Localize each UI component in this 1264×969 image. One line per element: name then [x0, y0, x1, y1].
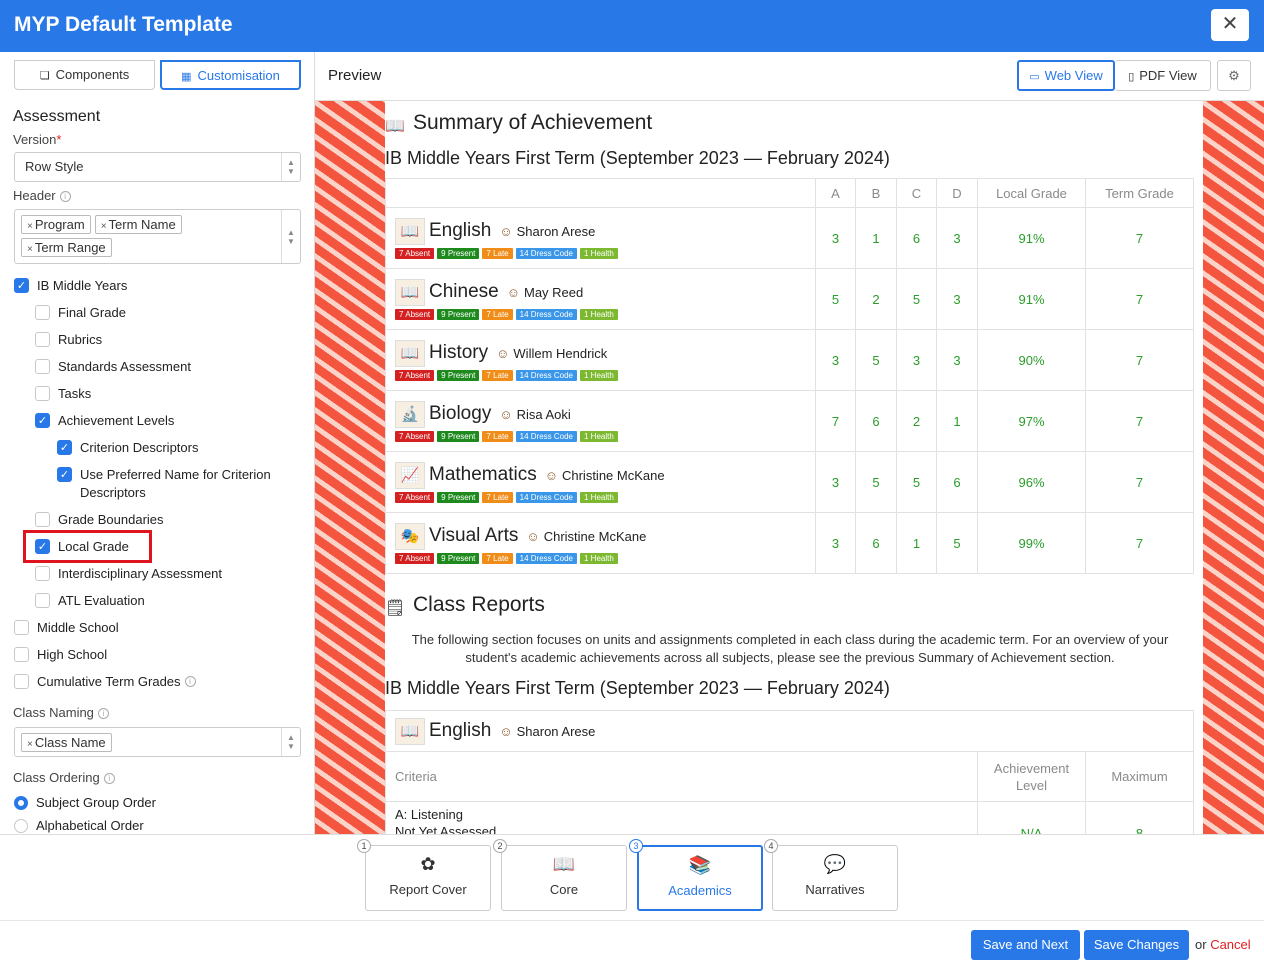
grid-icon: ▦ — [181, 71, 192, 83]
chip-class-name[interactable]: × Class Name — [21, 733, 112, 752]
checkbox-cumulative-term-grades[interactable]: Cumulative Term Grades i — [14, 673, 196, 691]
class-reports-description: The following section focuses on units a… — [411, 632, 1169, 665]
table-row: 📖ChineseMay Reed 7 Absent9 Present7 Late… — [385, 268, 1194, 330]
header-multiselect[interactable]: × Program × Term Name × Term Range ▲ ▼ — [14, 209, 301, 264]
web-view-button[interactable]: ▭ Web View — [1017, 60, 1115, 91]
spinner-icon: ▲ ▼ — [281, 728, 300, 756]
version-label: Version* — [13, 132, 62, 147]
criteria-table: 📖EnglishSharon Arese Criteria Achievemen… — [385, 710, 1194, 834]
book-icon: 📖 — [395, 278, 425, 306]
info-icon: i — [97, 708, 109, 719]
checkbox-preferred-name[interactable]: ✓ Use Preferred Name for Criterion Descri… — [57, 466, 297, 502]
checkbox-grade-boundaries[interactable]: Grade Boundaries — [35, 511, 164, 529]
chip-term-name[interactable]: × Term Name — [94, 215, 182, 234]
version-select[interactable]: Row Style ▲ ▼ — [14, 152, 301, 182]
chip-term-range[interactable]: × Term Range — [21, 238, 112, 257]
step-narratives[interactable]: 4 💬 Narratives — [764, 839, 898, 911]
book-icon: 📖 — [385, 118, 405, 135]
theater-icon: 🎭 — [395, 522, 425, 550]
settings-button[interactable]: ⚙ — [1217, 60, 1251, 91]
cancel-link[interactable]: Cancel — [1210, 937, 1250, 952]
table-row: 📖EnglishSharon Arese 7 Absent9 Present7 … — [385, 207, 1194, 269]
layers-icon: ❏ — [39, 70, 50, 82]
close-button[interactable]: ✕ — [1211, 9, 1249, 41]
checkbox-final-grade[interactable]: Final Grade — [35, 304, 126, 322]
step-academics[interactable]: 3 📚 Academics — [629, 839, 763, 911]
book-icon: 📖 — [395, 717, 425, 745]
checkbox-atl-evaluation[interactable]: ATL Evaluation — [35, 592, 145, 610]
window-title: MYP Default Template — [14, 13, 233, 36]
report-page: 📖 Summary of Achievement IB Middle Years … — [385, 101, 1203, 834]
table-row: 🎭Visual ArtsChristine McKane 7 Absent9 P… — [385, 512, 1194, 574]
checkbox-ib-middle-years[interactable]: ✓ IB Middle Years — [14, 277, 127, 295]
flower-icon: ✿ — [420, 854, 436, 874]
book-icon: 📖 — [395, 217, 425, 245]
checkbox-standards-assessment[interactable]: Standards Assessment — [35, 358, 191, 376]
checkbox-tasks[interactable]: Tasks — [35, 385, 91, 403]
graph-icon: 📈 — [395, 461, 425, 489]
table-row: 🔬BiologyRisa Aoki 7 Absent9 Present7 Lat… — [385, 390, 1194, 452]
tab-components[interactable]: ❏ Components — [14, 60, 155, 90]
checkbox-interdisciplinary[interactable]: Interdisciplinary Assessment — [35, 565, 222, 583]
or-cancel: or Cancel — [1195, 937, 1251, 952]
tab-customisation[interactable]: ▦ Customisation — [160, 60, 301, 90]
bottom-bar: 1 ✿ Report Cover 2 📖 Core 3 📚 Academics 4 💬 Narr… — [0, 834, 1264, 968]
notepad-icon: 🗒 — [385, 600, 406, 617]
table-row: 📈MathematicsChristine McKane 7 Absent9 P… — [385, 451, 1194, 513]
checkbox-high-school[interactable]: High School — [14, 646, 107, 664]
table-row: A: Listening Not Yet Assessed N/A 8 — [385, 801, 1194, 834]
gear-icon: ⚙ — [1228, 68, 1240, 83]
save-and-next-button[interactable]: Save and Next — [971, 930, 1080, 960]
term-title: IB Middle Years First Term (September 20… — [385, 148, 890, 168]
document-icon: ▯ — [1128, 71, 1135, 83]
checkbox-rubrics[interactable]: Rubrics — [35, 331, 102, 349]
info-icon: i — [103, 773, 115, 784]
book-icon: 📖 — [395, 339, 425, 367]
info-icon: i — [59, 191, 71, 202]
checkbox-middle-school[interactable]: Middle School — [14, 619, 119, 637]
preview-canvas[interactable]: 📖 Summary of Achievement IB Middle Years … — [315, 101, 1264, 834]
info-icon: i — [184, 676, 196, 687]
class-reports-title: 🗒 Class Reports — [385, 593, 545, 617]
step-core[interactable]: 2 📖 Core — [493, 839, 627, 911]
settings-panel: ❏ Components ▦ Customisation Assessment Ve… — [0, 52, 315, 834]
microscope-icon: 🔬 — [395, 400, 425, 428]
books-icon: 📚 — [688, 855, 712, 875]
term-title-2: IB Middle Years First Term (September 20… — [385, 678, 890, 698]
table-row: 📖HistoryWillem Hendrick 7 Absent9 Presen… — [385, 329, 1194, 391]
title-bar: MYP Default Template ✕ — [0, 0, 1264, 52]
highlight-box — [23, 530, 152, 563]
spinner-icon: ▲ ▼ — [281, 210, 300, 263]
summary-title: 📖 Summary of Achievement — [385, 111, 653, 135]
preview-title: Preview — [328, 67, 382, 84]
decorative-pattern-left — [315, 101, 385, 834]
header-label: Header i — [13, 188, 71, 203]
pdf-view-button[interactable]: ▯ PDF View — [1115, 60, 1211, 91]
checkbox-achievement-levels[interactable]: ✓ Achievement Levels — [35, 412, 174, 430]
step-report-cover[interactable]: 1 ✿ Report Cover — [357, 839, 491, 911]
save-changes-button[interactable]: Save Changes — [1084, 930, 1189, 960]
spinner-icon: ▲ ▼ — [281, 153, 300, 181]
book-icon: 📖 — [552, 854, 576, 874]
preview-header: Preview ▭ Web View ▯ PDF View ⚙ — [315, 52, 1264, 101]
class-naming-select[interactable]: × Class Name ▲ ▼ — [14, 727, 301, 757]
monitor-icon: ▭ — [1029, 71, 1040, 83]
speech-icon: 💬 — [823, 854, 847, 874]
decorative-pattern-right — [1203, 101, 1264, 834]
class-ordering-label: Class Ordering i — [13, 770, 115, 785]
checkbox-criterion-descriptors[interactable]: ✓ Criterion Descriptors — [57, 439, 198, 457]
chip-program[interactable]: × Program — [21, 215, 91, 234]
action-row: Save and Next Save Changes or Cancel — [0, 920, 1264, 969]
radio-subject-group-order[interactable]: Subject Group Order — [14, 794, 156, 812]
class-naming-label: Class Naming i — [13, 705, 109, 720]
radio-alphabetical-order[interactable]: Alphabetical Order — [14, 817, 144, 834]
assessment-title: Assessment — [13, 108, 101, 125]
summary-table: A B C D Local Grade Term Grade 📖EnglishS… — [385, 178, 1194, 574]
